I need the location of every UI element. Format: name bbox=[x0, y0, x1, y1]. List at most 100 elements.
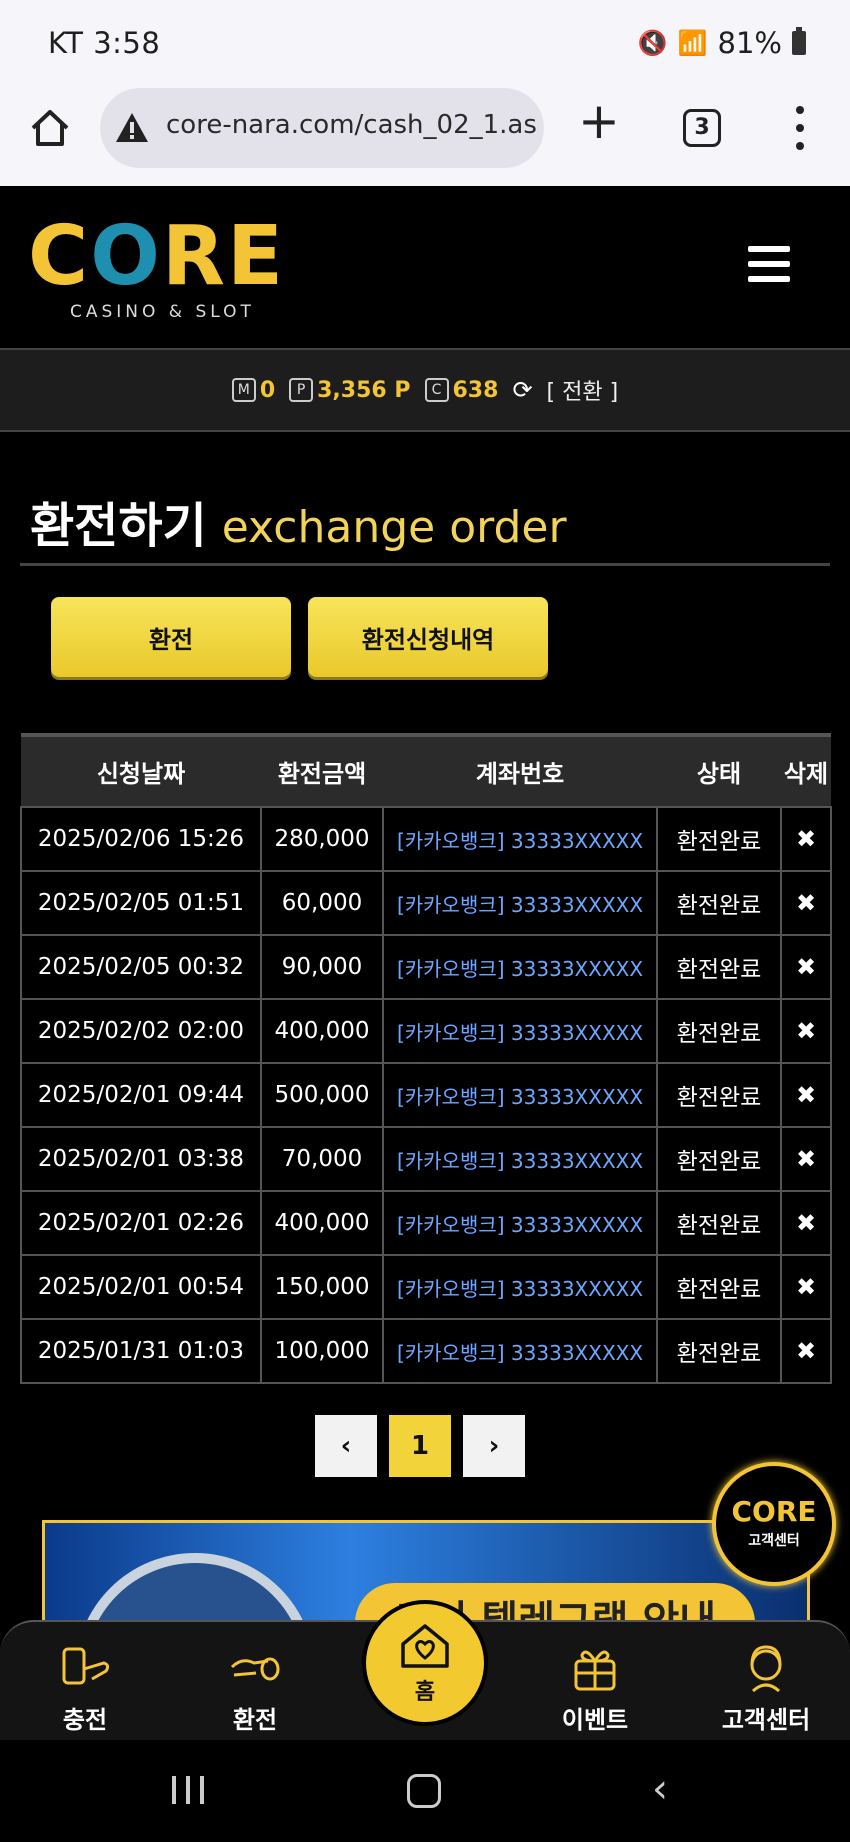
cell-account: [카카오뱅크] 33333XXXXX bbox=[382, 1254, 658, 1320]
nav-support-label: 고객센터 bbox=[721, 1706, 811, 1734]
floating-label: 고객센터 bbox=[748, 1533, 800, 1549]
wifi-icon: 📶 bbox=[677, 29, 708, 57]
status-bar: KT 3:58 🔇 📶 81% bbox=[0, 0, 850, 88]
gift-icon bbox=[574, 1650, 616, 1691]
delete-icon[interactable]: ✖ bbox=[780, 806, 832, 872]
table-row: 2025/01/31 01:03 100,000 [카카오뱅크] 33333XX… bbox=[20, 1318, 832, 1384]
nav-charge[interactable]: 충전 bbox=[25, 1640, 145, 1735]
cell-status: 환전완료 bbox=[656, 1318, 782, 1384]
warning-icon[interactable] bbox=[114, 110, 150, 146]
cell-amount: 400,000 bbox=[260, 1190, 384, 1256]
tab-switcher-button[interactable]: 3 bbox=[683, 109, 721, 147]
status-icons: 🔇 📶 81% bbox=[638, 26, 806, 60]
delete-icon[interactable]: ✖ bbox=[780, 1254, 832, 1320]
nav-event[interactable]: 이벤트 bbox=[535, 1640, 655, 1735]
exchange-history-button[interactable]: 환전신청내역 bbox=[308, 597, 548, 677]
title-divider bbox=[20, 563, 830, 566]
nav-exchange[interactable]: 환전 bbox=[195, 1640, 315, 1735]
new-tab-icon[interactable]: + bbox=[578, 96, 620, 146]
back-icon[interactable]: ‹ bbox=[652, 1766, 668, 1812]
header-delete: 삭제 bbox=[781, 733, 831, 807]
battery-icon bbox=[792, 27, 806, 55]
site-logo[interactable]: CORE CASINO & SLOT bbox=[28, 216, 285, 323]
battery-percent: 81% bbox=[717, 26, 782, 60]
cell-status: 환전완료 bbox=[656, 806, 782, 872]
address-bar[interactable]: core-nara.com/cash_02_1.asp bbox=[100, 88, 544, 168]
coin-value: 638 bbox=[452, 377, 499, 403]
cell-status: 환전완료 bbox=[656, 934, 782, 1000]
convert-link[interactable]: [ 전환 ] bbox=[547, 374, 619, 406]
cell-account: [카카오뱅크] 33333XXXXX bbox=[382, 998, 658, 1064]
floating-support-button[interactable]: CORE 고객센터 bbox=[712, 1462, 836, 1586]
nav-exchange-label: 환전 bbox=[232, 1706, 278, 1734]
prev-page-button[interactable]: ‹ bbox=[315, 1415, 377, 1477]
home-heart-icon bbox=[401, 1624, 449, 1668]
carrier-time: KT 3:58 bbox=[48, 26, 161, 60]
home-icon[interactable] bbox=[28, 106, 72, 150]
cell-date: 2025/02/01 09:44 bbox=[20, 1062, 262, 1128]
header-amount: 환전금액 bbox=[261, 733, 383, 807]
money-balance: M 0 bbox=[231, 377, 276, 403]
cell-account: [카카오뱅크] 33333XXXXX bbox=[382, 934, 658, 1000]
delete-icon[interactable]: ✖ bbox=[780, 1062, 832, 1128]
floating-logo: CORE bbox=[731, 1495, 817, 1528]
hamburger-menu-icon[interactable] bbox=[748, 246, 790, 282]
next-page-button[interactable]: › bbox=[463, 1415, 525, 1477]
delete-icon[interactable]: ✖ bbox=[780, 1318, 832, 1384]
cell-amount: 280,000 bbox=[260, 806, 384, 872]
balance-bar: M 0 P 3,356 P C 638 ⟳ [ 전환 ] bbox=[0, 348, 850, 432]
recents-icon[interactable] bbox=[170, 1774, 206, 1806]
cell-status: 환전완료 bbox=[656, 1190, 782, 1256]
table-row: 2025/02/01 00:54 150,000 [카카오뱅크] 33333XX… bbox=[20, 1254, 832, 1320]
cell-status: 환전완료 bbox=[656, 1062, 782, 1128]
point-value: 3,356 P bbox=[317, 377, 411, 403]
page-title-english: exchange order bbox=[221, 502, 567, 553]
table-header-row: 신청날짜 환전금액 계좌번호 상태 삭제 bbox=[21, 733, 831, 807]
cell-status: 환전완료 bbox=[656, 998, 782, 1064]
site-header: CORE CASINO & SLOT bbox=[0, 186, 850, 348]
cell-status: 환전완료 bbox=[656, 1254, 782, 1320]
cell-status: 환전완료 bbox=[656, 870, 782, 936]
support-icon bbox=[750, 1645, 782, 1693]
page-1-button[interactable]: 1 bbox=[389, 1415, 451, 1477]
url-text[interactable]: core-nara.com/cash_02_1.asp bbox=[166, 110, 536, 140]
money-value: 0 bbox=[259, 377, 276, 403]
cell-amount: 90,000 bbox=[260, 934, 384, 1000]
cell-amount: 100,000 bbox=[260, 1318, 384, 1384]
refresh-icon[interactable]: ⟳ bbox=[512, 376, 532, 404]
cell-account: [카카오뱅크] 33333XXXXX bbox=[382, 1190, 658, 1256]
table-row: 2025/02/05 01:51 60,000 [카카오뱅크] 33333XXX… bbox=[20, 870, 832, 936]
cell-date: 2025/01/31 01:03 bbox=[20, 1318, 262, 1384]
browser-toolbar: core-nara.com/cash_02_1.asp + 3 bbox=[0, 88, 850, 186]
m-icon: M bbox=[231, 378, 256, 402]
table-row: 2025/02/02 02:00 400,000 [카카오뱅크] 33333XX… bbox=[20, 998, 832, 1064]
logo-subtitle: CASINO & SLOT bbox=[70, 302, 255, 322]
system-home-icon[interactable] bbox=[407, 1774, 441, 1808]
delete-icon[interactable]: ✖ bbox=[780, 1126, 832, 1192]
delete-icon[interactable]: ✖ bbox=[780, 1190, 832, 1256]
nav-charge-label: 충전 bbox=[62, 1706, 108, 1734]
pagination: ‹ 1 › bbox=[315, 1415, 525, 1477]
cell-date: 2025/02/01 03:38 bbox=[20, 1126, 262, 1192]
cell-date: 2025/02/05 00:32 bbox=[20, 934, 262, 1000]
page-title-korean: 환전하기 bbox=[30, 498, 207, 554]
cell-amount: 70,000 bbox=[260, 1126, 384, 1192]
table-row: 2025/02/01 03:38 70,000 [카카오뱅크] 33333XXX… bbox=[20, 1126, 832, 1192]
delete-icon[interactable]: ✖ bbox=[780, 998, 832, 1064]
cell-date: 2025/02/05 01:51 bbox=[20, 870, 262, 936]
header-status: 상태 bbox=[657, 733, 781, 807]
cell-account: [카카오뱅크] 33333XXXXX bbox=[382, 870, 658, 936]
cell-account: [카카오뱅크] 33333XXXXX bbox=[382, 1318, 658, 1384]
exchange-button[interactable]: 환전 bbox=[51, 597, 291, 677]
delete-icon[interactable]: ✖ bbox=[780, 870, 832, 936]
cell-amount: 500,000 bbox=[260, 1062, 384, 1128]
nav-support[interactable]: 고객센터 bbox=[706, 1640, 826, 1735]
overflow-menu-icon[interactable] bbox=[790, 106, 810, 150]
nav-home-button[interactable]: 홈 bbox=[362, 1600, 488, 1726]
charge-icon bbox=[62, 1647, 110, 1685]
system-navigation-bar: ‹ bbox=[0, 1740, 850, 1842]
cell-amount: 60,000 bbox=[260, 870, 384, 936]
delete-icon[interactable]: ✖ bbox=[780, 934, 832, 1000]
point-balance: P 3,356 P bbox=[289, 377, 411, 403]
header-date: 신청날짜 bbox=[21, 733, 261, 807]
